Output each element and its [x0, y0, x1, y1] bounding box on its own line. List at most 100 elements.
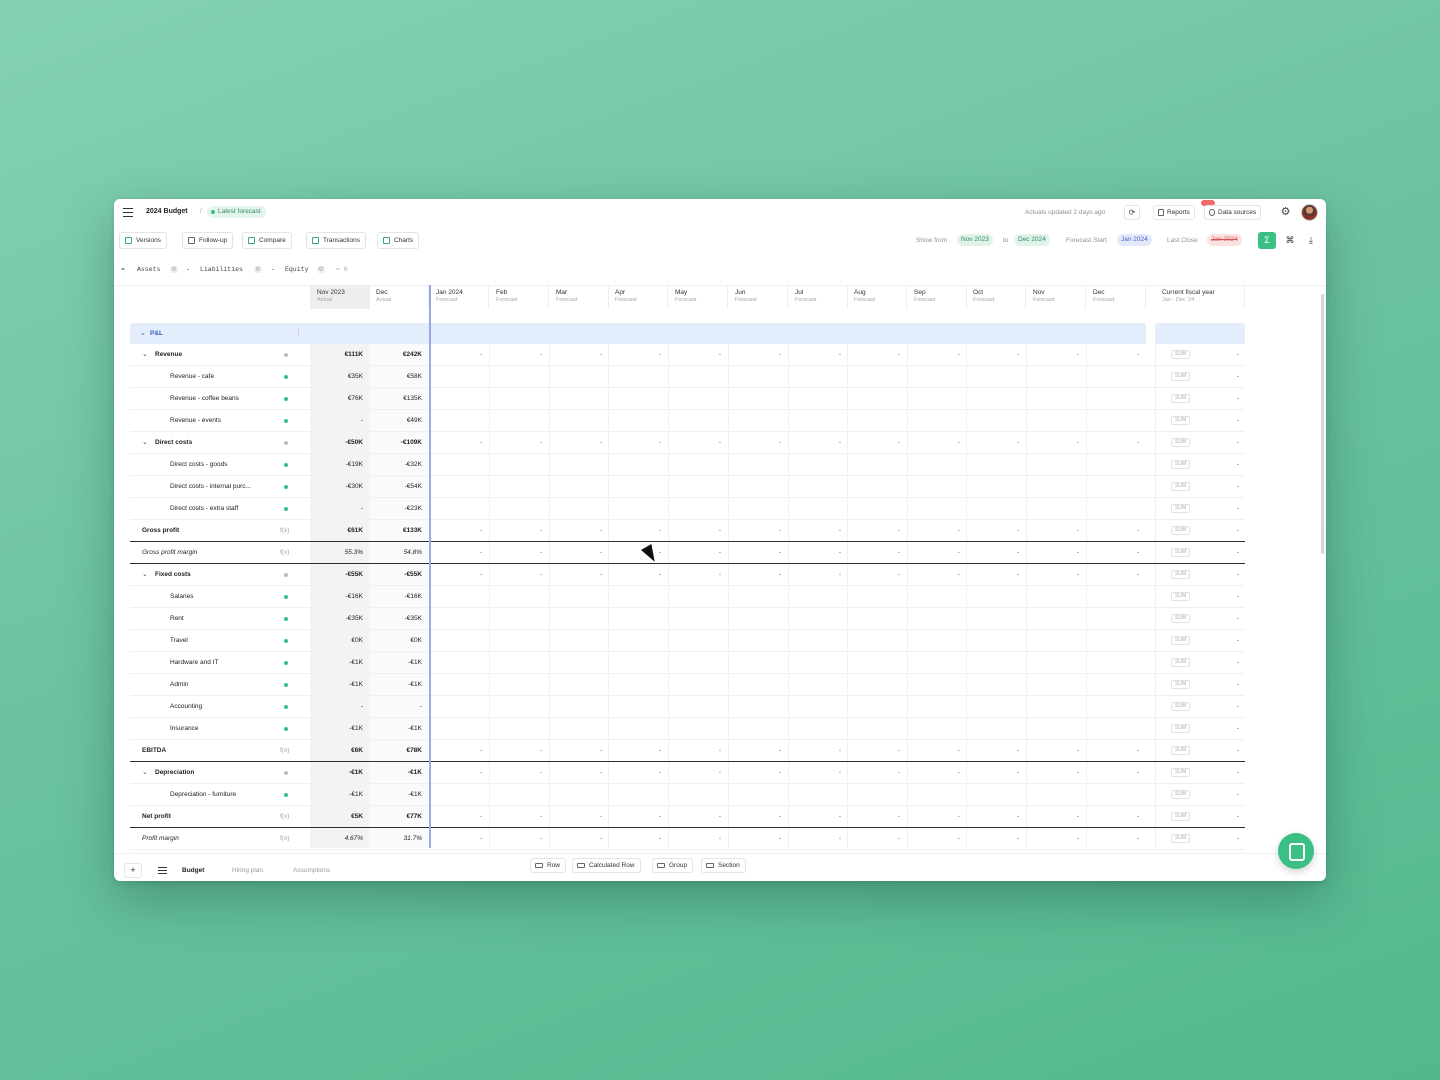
- column-header[interactable]: Aug Forecast: [847, 285, 907, 309]
- download-button[interactable]: ⤓: [1303, 232, 1319, 249]
- transactions-button[interactable]: Transactions: [306, 232, 366, 249]
- forecast-cell[interactable]: -: [492, 549, 542, 556]
- actual-cell[interactable]: -€1K: [310, 725, 363, 732]
- forecast-cell[interactable]: -: [910, 747, 960, 754]
- forecast-cell[interactable]: -: [432, 769, 482, 776]
- forecast-cell[interactable]: -: [910, 769, 960, 776]
- reports-button[interactable]: Reports: [1153, 205, 1195, 220]
- sum-badge[interactable]: SUM: [1171, 570, 1191, 579]
- formula-icon[interactable]: f(x): [280, 747, 289, 754]
- actual-cell[interactable]: -€16K: [369, 593, 422, 600]
- vertical-scrollbar[interactable]: [1321, 294, 1324, 554]
- forecast-cell[interactable]: -: [671, 813, 721, 820]
- chevron-down-icon[interactable]: ⌄: [142, 350, 148, 358]
- forecast-cell[interactable]: -: [969, 571, 1019, 578]
- table-row[interactable]: Salaries -€16K -€16K SUM -: [130, 586, 1245, 608]
- shortcuts-button[interactable]: ⌘: [1282, 232, 1298, 249]
- add-row-button[interactable]: Row: [530, 858, 567, 873]
- forecast-cell[interactable]: -: [611, 813, 661, 820]
- table-row[interactable]: Net profit f(x) €5K €77K - - - - - - - - - - - - SUM -: [130, 806, 1245, 828]
- forecast-cell[interactable]: -: [791, 835, 841, 842]
- actual-cell[interactable]: -€30K: [310, 483, 363, 490]
- forecast-cell[interactable]: -: [1029, 571, 1079, 578]
- forecast-cell[interactable]: -: [910, 835, 960, 842]
- forecast-cell[interactable]: -: [1089, 571, 1139, 578]
- table-row[interactable]: Hardware and IT -€1K -€1K SUM -: [130, 652, 1245, 674]
- sum-badge[interactable]: SUM: [1171, 636, 1191, 645]
- forecast-cell[interactable]: -: [1089, 351, 1139, 358]
- actual-cell[interactable]: €49K: [369, 417, 422, 424]
- equity-label[interactable]: Equity: [285, 266, 308, 273]
- actual-cell[interactable]: €133K: [369, 527, 422, 534]
- forecast-cell[interactable]: -: [611, 835, 661, 842]
- table-row[interactable]: Profit margin f(x) 4.67% 31.7% - - - - - - - - - - - - S…: [130, 828, 1245, 850]
- forecast-cell[interactable]: -: [1029, 351, 1079, 358]
- forecast-cell[interactable]: -: [850, 835, 900, 842]
- forecast-cell[interactable]: -: [611, 769, 661, 776]
- forecast-cell[interactable]: -: [671, 747, 721, 754]
- sum-badge[interactable]: SUM: [1171, 768, 1191, 777]
- forecast-cell[interactable]: -: [492, 439, 542, 446]
- forecast-cell[interactable]: -: [552, 439, 602, 446]
- forecast-cell[interactable]: -: [969, 439, 1019, 446]
- forecast-cell[interactable]: -: [552, 351, 602, 358]
- forecast-cell[interactable]: -: [969, 813, 1019, 820]
- show-from-pill[interactable]: Nov 2023: [957, 234, 993, 246]
- avatar[interactable]: [1301, 204, 1318, 221]
- forecast-cell[interactable]: -: [1029, 549, 1079, 556]
- column-header[interactable]: Apr Forecast: [608, 285, 668, 309]
- forecast-cell[interactable]: -: [1089, 549, 1139, 556]
- forecast-cell[interactable]: -: [1029, 527, 1079, 534]
- last-close-pill[interactable]: Jan 2024: [1207, 234, 1242, 246]
- forecast-cell[interactable]: -: [671, 439, 721, 446]
- table-row[interactable]: Direct costs - goods -€19K -€32K SUM -: [130, 454, 1245, 476]
- show-to-pill[interactable]: Dec 2024: [1014, 234, 1050, 246]
- column-header[interactable]: Dec Forecast: [1086, 285, 1146, 309]
- forecast-cell[interactable]: -: [671, 835, 721, 842]
- forecast-cell[interactable]: -: [969, 549, 1019, 556]
- chevron-down-icon[interactable]: ⌄: [142, 768, 148, 776]
- forecast-cell[interactable]: -: [969, 351, 1019, 358]
- forecast-cell[interactable]: -: [1029, 439, 1079, 446]
- table-row[interactable]: Direct costs - internal purc... -€30K -€54…: [130, 476, 1245, 498]
- column-header[interactable]: Oct Forecast: [966, 285, 1026, 309]
- forecast-cell[interactable]: -: [492, 813, 542, 820]
- actual-cell[interactable]: -€1K: [310, 681, 363, 688]
- forecast-cell[interactable]: -: [910, 813, 960, 820]
- section-header-pl[interactable]: [130, 323, 1146, 344]
- actual-cell[interactable]: -: [310, 703, 363, 710]
- actual-cell[interactable]: 31.7%: [369, 835, 422, 842]
- actual-cell[interactable]: -€23K: [369, 505, 422, 512]
- sum-badge[interactable]: SUM: [1171, 614, 1191, 623]
- forecast-cell[interactable]: -: [791, 351, 841, 358]
- follow-up-button[interactable]: Follow-up: [182, 232, 234, 249]
- add-sheet-button[interactable]: +: [124, 863, 142, 878]
- forecast-cell[interactable]: -: [552, 549, 602, 556]
- forecast-cell[interactable]: -: [432, 747, 482, 754]
- forecast-cell[interactable]: -: [910, 571, 960, 578]
- column-header[interactable]: Jun Forecast: [728, 285, 788, 309]
- column-header[interactable]: May Forecast: [668, 285, 728, 309]
- table-row[interactable]: Rent -€35K -€35K SUM -: [130, 608, 1245, 630]
- sum-badge[interactable]: SUM: [1171, 504, 1191, 513]
- forecast-cell[interactable]: -: [432, 351, 482, 358]
- forecast-cell[interactable]: -: [1089, 747, 1139, 754]
- forecast-cell[interactable]: -: [731, 747, 781, 754]
- sum-badge[interactable]: SUM: [1171, 416, 1191, 425]
- forecast-cell[interactable]: -: [910, 439, 960, 446]
- actual-cell[interactable]: -€55K: [369, 571, 422, 578]
- actual-cell[interactable]: -€16K: [310, 593, 363, 600]
- actual-cell[interactable]: -€19K: [310, 461, 363, 468]
- actual-cell[interactable]: €61K: [310, 527, 363, 534]
- forecast-cell[interactable]: -: [1089, 439, 1139, 446]
- document-title[interactable]: 2024 Budget: [146, 208, 188, 215]
- actual-cell[interactable]: -€50K: [310, 439, 363, 446]
- actual-cell[interactable]: -€1K: [310, 791, 363, 798]
- table-row[interactable]: Direct costs - extra staff - -€23K SUM -: [130, 498, 1245, 520]
- versions-button[interactable]: Versions: [119, 232, 167, 249]
- forecast-cell[interactable]: -: [850, 439, 900, 446]
- forecast-cell[interactable]: -: [1029, 747, 1079, 754]
- charts-button[interactable]: Charts: [377, 232, 420, 249]
- sum-badge[interactable]: SUM: [1171, 438, 1191, 447]
- forecast-cell[interactable]: -: [1029, 835, 1079, 842]
